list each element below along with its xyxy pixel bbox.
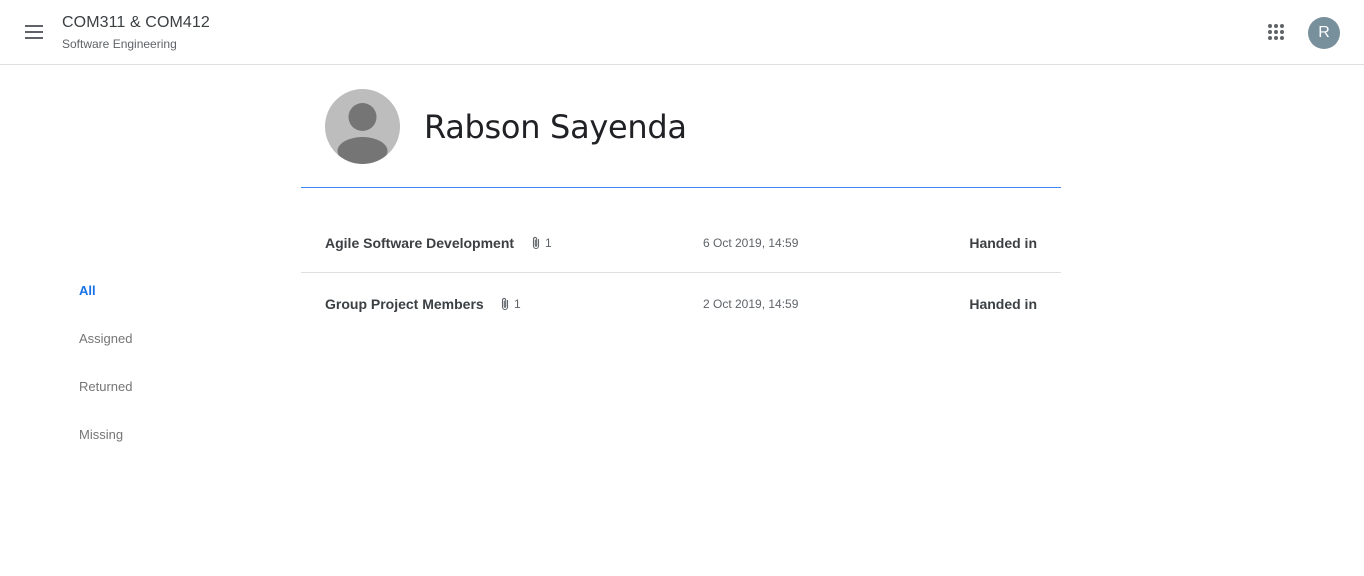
top-app-bar: COM311 & COM412 Software Engineering R	[0, 0, 1364, 65]
class-title[interactable]: COM311 & COM412	[62, 14, 210, 32]
work-title: Group Project Members	[325, 296, 484, 312]
status-label: Handed in	[969, 296, 1037, 312]
profile-divider	[301, 187, 1061, 188]
filter-missing[interactable]: Missing	[79, 427, 123, 442]
student-name: Rabson Sayenda	[424, 108, 687, 146]
attachment-count: 1	[500, 274, 521, 334]
class-subtitle: Software Engineering	[62, 37, 177, 51]
google-apps-icon[interactable]	[1256, 12, 1296, 52]
status-label: Handed in	[969, 235, 1037, 251]
filter-returned[interactable]: Returned	[79, 379, 132, 394]
attachment-count-value: 1	[514, 297, 521, 311]
filter-assigned[interactable]: Assigned	[79, 331, 132, 346]
main-menu-icon[interactable]	[14, 12, 54, 52]
account-avatar[interactable]: R	[1308, 17, 1340, 49]
work-title: Agile Software Development	[325, 235, 515, 251]
work-date: 2 Oct 2019, 14:59	[703, 297, 799, 311]
work-row[interactable]: Agile Software Development 1 6 Oct 2019,…	[301, 213, 1061, 273]
student-avatar-icon	[325, 89, 400, 164]
work-row[interactable]: Group Project Members 1 2 Oct 2019, 14:5…	[301, 274, 1061, 334]
attachment-count: 1	[531, 213, 552, 273]
filter-all[interactable]: All	[79, 283, 96, 298]
work-date: 6 Oct 2019, 14:59	[703, 236, 799, 250]
paperclip-icon	[501, 297, 509, 311]
attachment-count-value: 1	[545, 236, 552, 250]
paperclip-icon	[532, 236, 540, 250]
